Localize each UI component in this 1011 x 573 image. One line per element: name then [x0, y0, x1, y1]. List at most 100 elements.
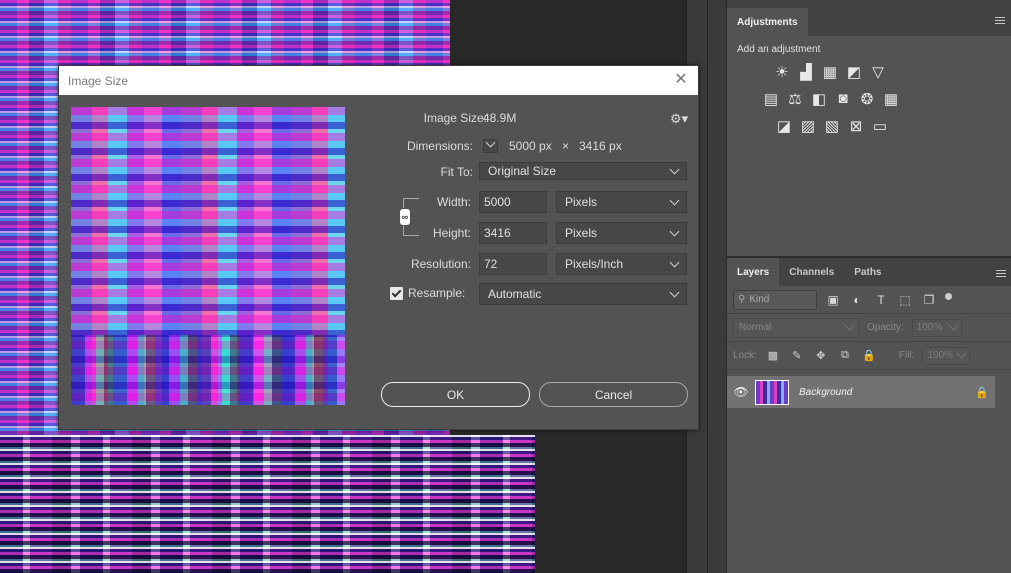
lock-position-icon[interactable]: ✥ — [813, 348, 829, 364]
kind-filter-select[interactable]: ⚲ Kind — [733, 289, 817, 310]
image-size-value: 48.9M — [483, 111, 517, 125]
curves-icon[interactable]: ▦ — [819, 61, 841, 83]
tab-channels[interactable]: Channels — [779, 258, 844, 286]
resample-checkbox[interactable] — [390, 287, 403, 300]
color-balance-icon[interactable]: ⚖ — [784, 88, 806, 110]
dimensions-unit-toggle[interactable] — [483, 137, 498, 153]
dimensions-height: 3416 px — [579, 139, 622, 153]
lock-all-icon[interactable]: 🔒 — [861, 348, 877, 364]
chevron-down-icon — [669, 287, 680, 297]
dialog-title: Image Size — [68, 73, 129, 88]
layers-panel: Layers Channels Paths ⚲ Kind ▣ ◐ T ⬚ ❐ N… — [727, 256, 1011, 573]
tab-adjustments[interactable]: Adjustments — [727, 8, 808, 36]
cancel-button[interactable]: Cancel — [539, 382, 688, 407]
panel-menu-icon[interactable] — [995, 17, 1005, 25]
chevron-down-icon — [957, 348, 967, 359]
channel-mixer-icon[interactable]: ❂ — [856, 88, 878, 110]
photo-filter-icon[interactable]: ◙ — [832, 88, 854, 110]
exposure-icon[interactable]: ◩ — [843, 61, 865, 83]
color-lookup-icon[interactable]: ▦ — [880, 88, 902, 110]
image-preview[interactable] — [71, 107, 345, 405]
layer-item-background[interactable]: 👁 Background 🔒 — [727, 376, 995, 408]
fit-to-value: Original Size — [488, 164, 557, 178]
layers-tabbar: Layers Channels Paths — [727, 258, 1011, 286]
search-icon: ⚲ — [738, 294, 746, 305]
height-label: Height: — [432, 226, 471, 240]
chevron-down-icon — [948, 320, 959, 331]
width-input[interactable]: 5000 — [479, 191, 547, 213]
width-label: Width: — [436, 195, 471, 209]
chevron-down-icon — [669, 164, 680, 174]
adjustments-tabbar: Adjustments — [727, 0, 1011, 36]
gradient-map-icon[interactable]: ▭ — [869, 115, 891, 137]
adjustments-row-2: ▤ ⚖ ◧ ◙ ❂ ▦ — [727, 85, 1011, 112]
dimensions-width: 5000 px — [509, 139, 552, 153]
chevron-down-icon — [485, 137, 496, 148]
lock-artboard-icon[interactable]: ⧉ — [837, 348, 853, 364]
posterize-icon[interactable]: ▨ — [797, 115, 819, 137]
width-unit-value: Pixels — [565, 195, 598, 209]
close-icon[interactable]: ✕ — [672, 70, 690, 88]
adjustment-filter-icon[interactable]: ◐ — [849, 292, 865, 308]
layer-filter-row: ⚲ Kind ▣ ◐ T ⬚ ❐ — [727, 286, 1011, 314]
resolution-unit-value: Pixels/Inch — [565, 257, 624, 271]
gear-icon[interactable]: ⚙▾ — [670, 111, 688, 127]
brightness-contrast-icon[interactable]: ☀ — [771, 61, 793, 83]
smart-object-filter-icon[interactable]: ❐ — [921, 292, 937, 308]
chevron-down-icon — [669, 257, 680, 267]
dimensions-times: × — [562, 139, 570, 153]
fill-field[interactable]: 100% — [922, 346, 971, 365]
fit-to-select[interactable]: Original Size — [479, 162, 687, 180]
lock-transparency-icon[interactable]: ▩ — [765, 348, 781, 364]
fit-to-label: Fit To: — [440, 165, 473, 179]
ok-button[interactable]: OK — [381, 382, 530, 407]
layer-name: Background — [799, 386, 853, 398]
constrain-proportions-chain-icon[interactable]: ∞ — [400, 209, 410, 225]
adjustments-row-1: ☀ ▟ ▦ ◩ ▽ — [727, 58, 1011, 85]
vibrance-icon[interactable]: ▽ — [867, 61, 889, 83]
invert-icon[interactable]: ◪ — [773, 115, 795, 137]
tab-paths[interactable]: Paths — [844, 258, 891, 286]
levels-icon[interactable]: ▟ — [795, 61, 817, 83]
height-input[interactable]: 3416 — [479, 222, 547, 244]
resample-select[interactable]: Automatic — [479, 283, 687, 305]
black-white-icon[interactable]: ◧ — [808, 88, 830, 110]
tab-layers[interactable]: Layers — [727, 258, 780, 286]
blend-mode-select[interactable]: Normal — [733, 317, 859, 338]
dialog-titlebar[interactable]: Image Size ✕ — [59, 66, 698, 95]
resolution-input[interactable]: 72 — [479, 253, 547, 275]
opacity-label: Opacity: — [867, 322, 904, 333]
lock-row: Lock: ▩ ✎ ✥ ⧉ 🔒 Fill: 100% — [727, 342, 1011, 370]
threshold-icon[interactable]: ▧ — [821, 115, 843, 137]
blend-row: Normal Opacity: 100% — [727, 314, 1011, 342]
resample-value: Automatic — [488, 287, 542, 301]
blend-mode-value: Normal — [739, 322, 772, 333]
right-panels: Adjustments Add an adjustment ☀ ▟ ▦ ◩ ▽ … — [726, 0, 1011, 573]
hue-saturation-icon[interactable]: ▤ — [760, 88, 782, 110]
shape-filter-icon[interactable]: ⬚ — [897, 292, 913, 308]
resolution-unit-select[interactable]: Pixels/Inch — [556, 253, 687, 275]
selective-color-icon[interactable]: ⊠ — [845, 115, 867, 137]
image-size-dialog: Image Size ✕ Image Size: 48.9M ⚙▾ Dimens… — [58, 65, 699, 430]
kind-label: Kind — [749, 294, 770, 305]
pixel-filter-icon[interactable]: ▣ — [825, 292, 841, 308]
resolution-label: Resolution: — [410, 257, 471, 271]
visibility-eye-icon[interactable]: 👁 — [727, 385, 755, 399]
width-unit-select[interactable]: Pixels — [556, 191, 687, 213]
layer-lock-icon: 🔒 — [975, 386, 989, 399]
lock-pixels-icon[interactable]: ✎ — [789, 348, 805, 364]
chevron-down-icon — [669, 226, 680, 236]
height-unit-select[interactable]: Pixels — [556, 222, 687, 244]
opacity-value: 100% — [916, 322, 943, 333]
layers-menu-icon[interactable] — [996, 270, 1006, 278]
adjustments-row-3: ◪ ▨ ▧ ⊠ ▭ — [727, 112, 1011, 139]
type-filter-icon[interactable]: T — [873, 292, 889, 308]
opacity-field[interactable]: 100% — [911, 318, 962, 337]
filter-toggle-icon[interactable] — [945, 293, 952, 300]
chevron-down-icon — [844, 320, 855, 331]
adjustments-caption: Add an adjustment — [737, 44, 821, 55]
height-unit-value: Pixels — [565, 226, 598, 240]
fill-label: Fill: — [898, 350, 915, 361]
canvas-image-bottom — [0, 435, 535, 573]
dimensions-label: Dimensions: — [406, 139, 473, 153]
